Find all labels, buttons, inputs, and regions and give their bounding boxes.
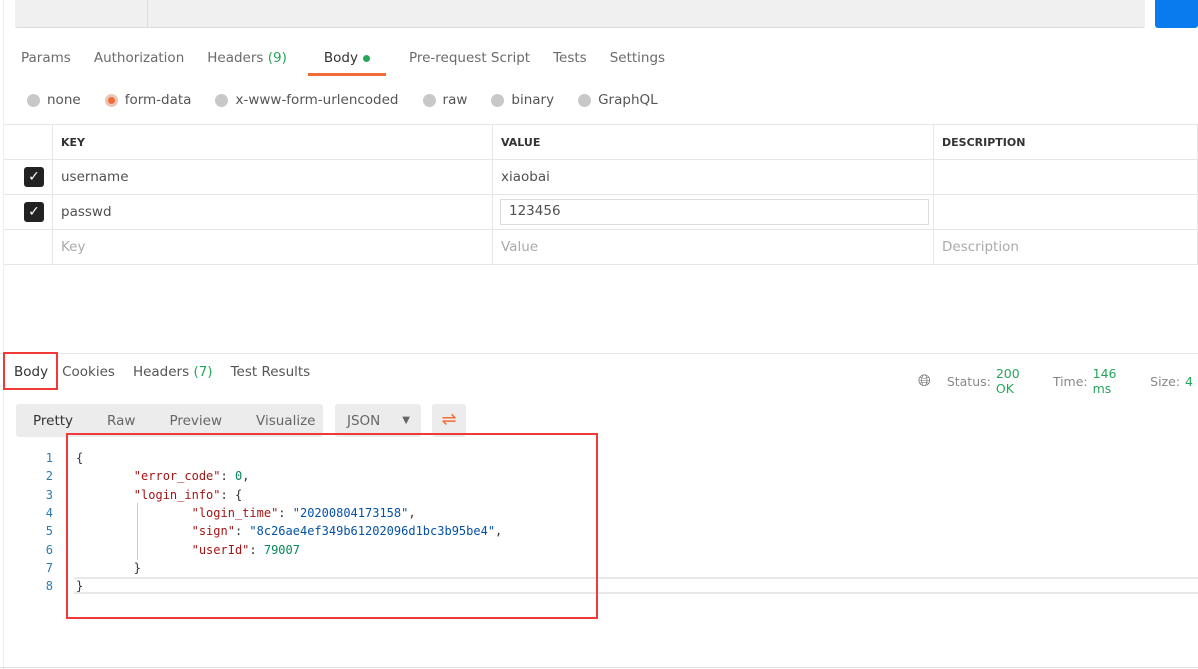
table-header: KEY VALUE DESCRIPTION [4,124,1198,160]
radio-label: GraphQL [598,92,658,108]
radio-icon [578,93,592,107]
size-value: 4 [1185,373,1193,389]
chevron-down-icon: ▼ [402,415,410,426]
request-tabs: Params Authorization Headers (9) Body Pr… [21,50,688,76]
headers-count: (7) [193,364,213,380]
response-status: 🌐︎ Status: 200 OK Time: 146 ms Size: 4 [918,366,1198,396]
view-raw[interactable]: Raw [107,413,135,429]
response-tab-body[interactable]: Body [14,364,48,380]
radio-graphql[interactable]: GraphQL [578,92,658,108]
radio-raw[interactable]: raw [422,92,468,108]
active-dot-icon [362,54,370,62]
key-placeholder[interactable]: Key [52,229,493,265]
response-tabs: Body Cookies Headers (7) Test Results [14,364,328,380]
globe-icon[interactable]: 🌐︎ [918,371,931,391]
tab-body[interactable]: Body [307,50,386,76]
value-cell[interactable]: xiaobai [492,159,934,195]
table-row: ✓ passwd 123456 [4,194,1198,230]
radio-form-data[interactable]: form-data [104,92,192,108]
value-placeholder[interactable]: Value [492,229,934,265]
header-value: VALUE [492,124,934,160]
send-button[interactable] [1155,0,1198,28]
key-cell[interactable]: passwd [52,194,493,230]
radio-label: x-www-form-urlencoded [235,92,399,108]
tab-params[interactable]: Params [21,50,71,76]
tab-headers[interactable]: Headers (9) [207,50,287,76]
radio-selected-icon [104,93,118,107]
value-input[interactable]: 123456 [500,199,929,225]
radio-icon [27,93,40,107]
view-visualize[interactable]: Visualize [256,413,315,429]
radio-icon [491,93,505,107]
tab-tests[interactable]: Tests [553,50,587,76]
radio-label: form-data [124,92,192,108]
table-row-empty: Key Value Description [4,229,1198,265]
line-number: 8 [45,579,53,594]
status-label: Status: [946,373,991,389]
line-number: 6 [45,542,53,557]
status-value: 200 OK [995,366,1020,396]
radio-binary[interactable]: binary [491,92,554,108]
tab-settings[interactable]: Settings [610,50,665,76]
divider [0,353,1198,354]
radio-x-www-form-urlencoded[interactable]: x-www-form-urlencoded [215,92,399,108]
checkbox-cell: ✓ [4,194,53,230]
line-number: 3 [45,487,53,502]
key-cell[interactable]: username [52,159,493,195]
headers-count: (9) [267,50,287,66]
divider [0,667,1198,668]
body-type-radios: none form-data x-www-form-urlencoded raw… [27,92,682,108]
description-placeholder[interactable]: Description [933,229,1198,265]
response-tab-test-results[interactable]: Test Results [231,364,311,380]
tab-authorization[interactable]: Authorization [94,50,184,76]
description-cell[interactable] [933,159,1198,195]
radio-icon [422,93,436,107]
url-bar[interactable] [15,0,1145,28]
line-number: 1 [45,451,53,466]
form-data-table: KEY VALUE DESCRIPTION ✓ username xiaobai… [4,124,1198,265]
line-number: 2 [45,469,53,484]
checkbox-column [4,124,53,160]
tab-label: Headers [207,50,264,66]
description-cell[interactable] [933,194,1198,230]
response-tab-cookies[interactable]: Cookies [62,364,115,380]
row-checkbox[interactable]: ✓ [24,167,44,187]
table-row: ✓ username xiaobai [4,159,1198,195]
header-description: DESCRIPTION [933,124,1198,160]
line-number: 7 [45,560,53,575]
radio-label: binary [511,92,555,108]
checkbox-cell: ✓ [4,159,53,195]
checkbox-cell [4,229,53,265]
view-pretty[interactable]: Pretty [33,413,73,429]
radio-label: raw [442,92,468,108]
row-checkbox[interactable]: ✓ [24,202,44,222]
header-key: KEY [52,124,493,160]
tab-label: Headers [132,364,190,380]
time-label: Time: [1052,373,1088,389]
tab-pre-request-script[interactable]: Pre-request Script [409,50,530,76]
response-tab-headers[interactable]: Headers (7) [133,364,213,380]
line-number: 4 [45,506,53,521]
format-value: JSON [347,412,381,429]
tab-label: Body [323,50,358,66]
view-preview[interactable]: Preview [169,413,222,429]
time-value: 146 ms [1092,366,1117,396]
size-label: Size: [1150,373,1181,389]
highlight-box [66,433,598,619]
radio-none[interactable]: none [27,92,81,108]
radio-label: none [47,92,81,108]
radio-icon [215,93,229,107]
line-number: 5 [45,524,53,539]
